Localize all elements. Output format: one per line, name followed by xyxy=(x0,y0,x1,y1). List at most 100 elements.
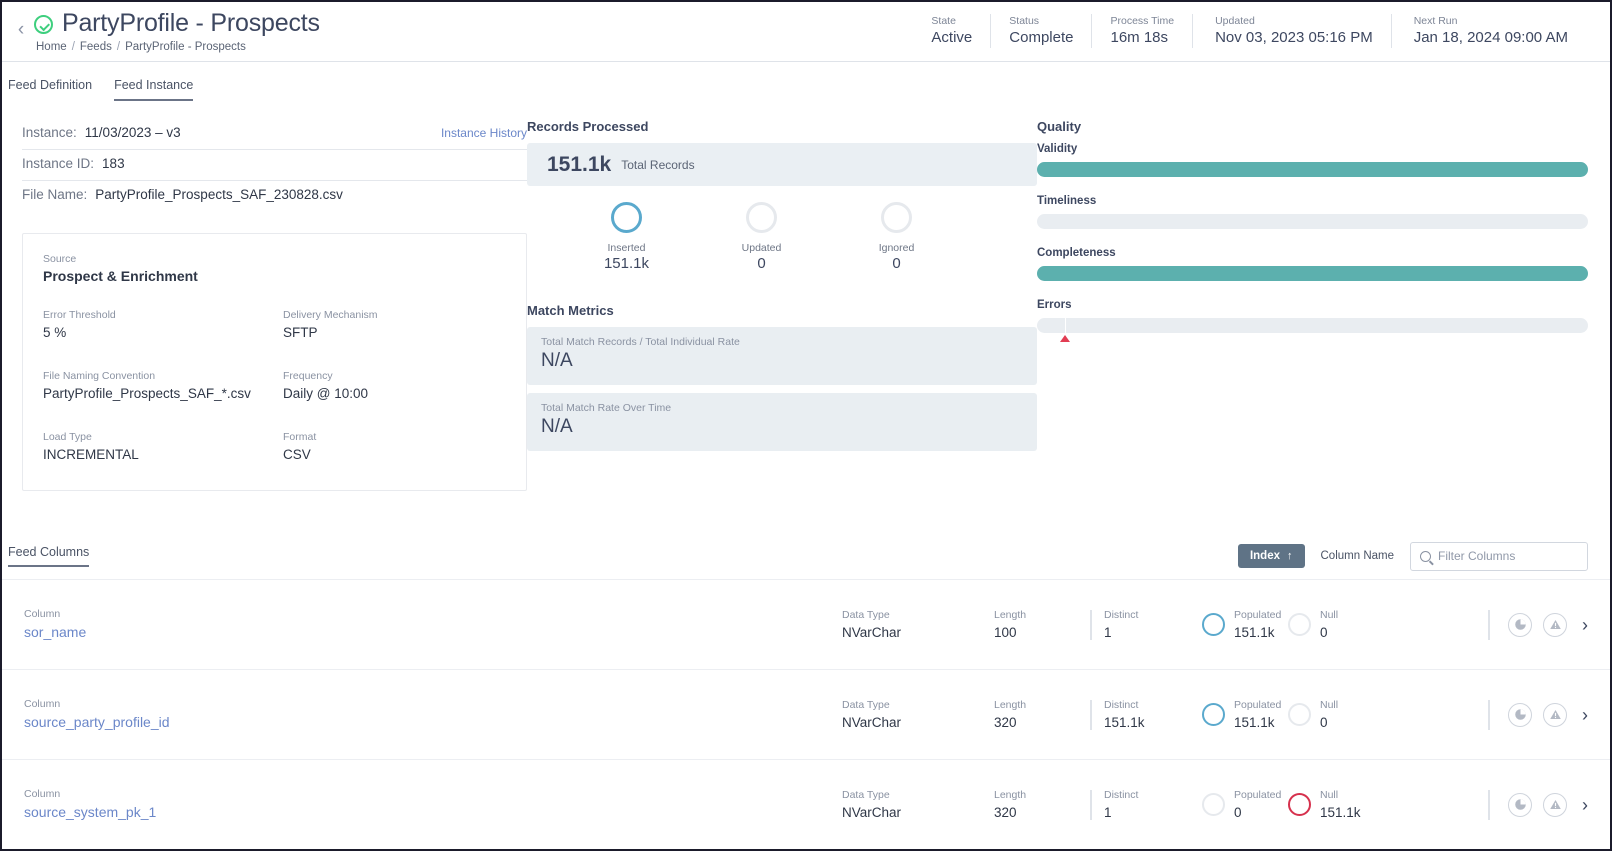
cell-length-label: Length xyxy=(994,698,1090,713)
pie-chart-icon[interactable] xyxy=(1508,793,1532,817)
main-tabs: Feed Definition Feed Instance xyxy=(2,62,1610,101)
cell-data-type-label: Data Type xyxy=(842,788,994,803)
meta-updated-label: Updated xyxy=(1215,14,1373,28)
quality-validity-label: Validity xyxy=(1037,143,1588,155)
meta-status-label: Status xyxy=(1009,14,1073,28)
table-row[interactable]: Column source_party_profile_id Data Type… xyxy=(2,669,1610,759)
quality-validity-fill xyxy=(1037,162,1588,177)
tab-feed-definition[interactable]: Feed Definition xyxy=(8,78,92,101)
populated-ring-icon xyxy=(1202,703,1225,726)
meta-status-value: Complete xyxy=(1009,28,1073,48)
pie-chart-icon[interactable] xyxy=(1508,703,1532,727)
null-ring-icon xyxy=(1288,793,1311,816)
meta-process-time: Process Time 16m 18s xyxy=(1091,14,1192,48)
cell-null-label: Null xyxy=(1320,698,1338,713)
records-donuts: Inserted 151.1k Updated 0 Ignored 0 xyxy=(527,202,1037,273)
quality-title: Quality xyxy=(1037,119,1588,134)
cell-populated: Populated 151.1k xyxy=(1202,608,1288,642)
file-name-value: PartyProfile_Prospects_SAF_230828.csv xyxy=(95,187,343,202)
header-meta: State Active Status Complete Process Tim… xyxy=(913,14,1610,48)
cell-populated-text: Populated 0 xyxy=(1234,788,1281,822)
cell-column-label: Column xyxy=(24,787,842,802)
cell-column-value[interactable]: sor_name xyxy=(24,622,842,642)
definition-field-grid: Error Threshold 5 % Delivery Mechanism S… xyxy=(43,308,506,464)
cell-populated-label: Populated xyxy=(1234,698,1281,713)
cell-actions: › xyxy=(1488,703,1588,727)
cell-column-label: Column xyxy=(24,607,842,622)
quality-timeliness-label: Timeliness xyxy=(1037,195,1588,207)
donut-ring-icon xyxy=(746,202,777,233)
donut-ignored-value: 0 xyxy=(869,254,924,273)
cell-column-label: Column xyxy=(24,697,842,712)
cell-populated-text: Populated 151.1k xyxy=(1234,698,1281,732)
header-left: ‹ PartyProfile - Prospects Home / Feeds … xyxy=(2,10,320,53)
tab-feed-columns[interactable]: Feed Columns xyxy=(8,545,89,567)
cell-distinct-label: Distinct xyxy=(1104,698,1202,713)
cell-distinct-value: 1 xyxy=(1104,623,1202,642)
donut-updated-value: 0 xyxy=(734,254,789,273)
cell-distinct: Distinct 1 xyxy=(1090,788,1202,822)
chevron-right-icon[interactable]: › xyxy=(1582,616,1588,634)
quality-errors: Errors xyxy=(1037,299,1588,333)
filter-columns-input[interactable] xyxy=(1438,549,1578,563)
error-threshold-line xyxy=(1065,318,1066,333)
cell-populated-value: 0 xyxy=(1234,803,1281,822)
cell-null-text: Null 0 xyxy=(1320,608,1338,642)
field-frequency-label: Frequency xyxy=(283,369,506,384)
cell-null-text: Null 151.1k xyxy=(1320,788,1361,822)
donut-updated-label: Updated xyxy=(734,242,789,254)
sort-column-name-button[interactable]: Column Name xyxy=(1321,550,1395,562)
cell-distinct-value: 151.1k xyxy=(1104,713,1202,732)
cell-column: Column sor_name xyxy=(24,607,842,642)
chevron-right-icon[interactable]: › xyxy=(1582,706,1588,724)
pie-chart-icon[interactable] xyxy=(1508,613,1532,637)
error-threshold-marker-icon xyxy=(1060,335,1070,342)
content-columns: Instance: 11/03/2023 – v3 Instance Histo… xyxy=(2,101,1610,491)
total-records-value: 151.1k xyxy=(547,153,611,177)
match-metric-total-value: N/A xyxy=(541,348,1037,374)
field-file-naming-convention-value: PartyProfile_Prospects_SAF_*.csv xyxy=(43,384,283,403)
chevron-right-icon[interactable]: › xyxy=(1582,796,1588,814)
warning-triangle-icon[interactable] xyxy=(1543,613,1567,637)
cell-actions: › xyxy=(1488,613,1588,637)
instance-history-link[interactable]: Instance History xyxy=(441,126,527,140)
cell-data-type: Data Type NVarChar xyxy=(842,608,994,642)
match-metric-total: Total Match Records / Total Individual R… xyxy=(527,327,1037,385)
match-metric-over-time-value: N/A xyxy=(541,414,1037,440)
cell-data-type-label: Data Type xyxy=(842,698,994,713)
cell-length: Length 320 xyxy=(994,788,1090,822)
field-error-threshold-label: Error Threshold xyxy=(43,308,283,323)
title-row: PartyProfile - Prospects xyxy=(34,10,320,36)
cell-length-value: 320 xyxy=(994,713,1090,732)
instance-details-column: Instance: 11/03/2023 – v3 Instance Histo… xyxy=(2,119,527,491)
instance-id-value: 183 xyxy=(102,156,125,171)
meta-state-label: State xyxy=(931,14,972,28)
field-error-threshold: Error Threshold 5 % xyxy=(43,308,283,342)
sort-index-label: Index xyxy=(1250,550,1280,562)
warning-triangle-icon[interactable] xyxy=(1543,703,1567,727)
cell-actions: › xyxy=(1488,793,1588,817)
match-metric-total-label: Total Match Records / Total Individual R… xyxy=(541,336,1037,348)
cell-column-value[interactable]: source_party_profile_id xyxy=(24,712,842,732)
warning-triangle-icon[interactable] xyxy=(1543,793,1567,817)
cell-null: Null 0 xyxy=(1288,698,1374,732)
table-row[interactable]: Column source_system_pk_1 Data Type NVar… xyxy=(2,759,1610,849)
tab-feed-instance[interactable]: Feed Instance xyxy=(114,78,193,101)
quality-errors-label: Errors xyxy=(1037,299,1588,311)
arrow-up-icon: ↑ xyxy=(1287,550,1293,562)
cell-length-value: 100 xyxy=(994,623,1090,642)
meta-process-time-label: Process Time xyxy=(1110,14,1174,28)
breadcrumb-item-feeds[interactable]: Feeds xyxy=(80,41,112,53)
meta-updated: Updated Nov 03, 2023 05:16 PM xyxy=(1192,14,1391,48)
donut-inserted-value: 151.1k xyxy=(599,254,654,273)
filter-columns-box[interactable] xyxy=(1410,542,1588,571)
cell-populated-value: 151.1k xyxy=(1234,623,1281,642)
breadcrumb-separator: / xyxy=(72,41,75,53)
sort-index-button[interactable]: Index ↑ xyxy=(1238,544,1305,568)
breadcrumb-item-home[interactable]: Home xyxy=(36,41,67,53)
table-row[interactable]: Column sor_name Data Type NVarChar Lengt… xyxy=(2,579,1610,669)
feed-columns-toolbar: Feed Columns Index ↑ Column Name xyxy=(2,533,1610,579)
cell-column-value[interactable]: source_system_pk_1 xyxy=(24,802,842,822)
cell-distinct-label: Distinct xyxy=(1104,608,1202,623)
chevron-left-icon[interactable]: ‹ xyxy=(12,16,30,42)
